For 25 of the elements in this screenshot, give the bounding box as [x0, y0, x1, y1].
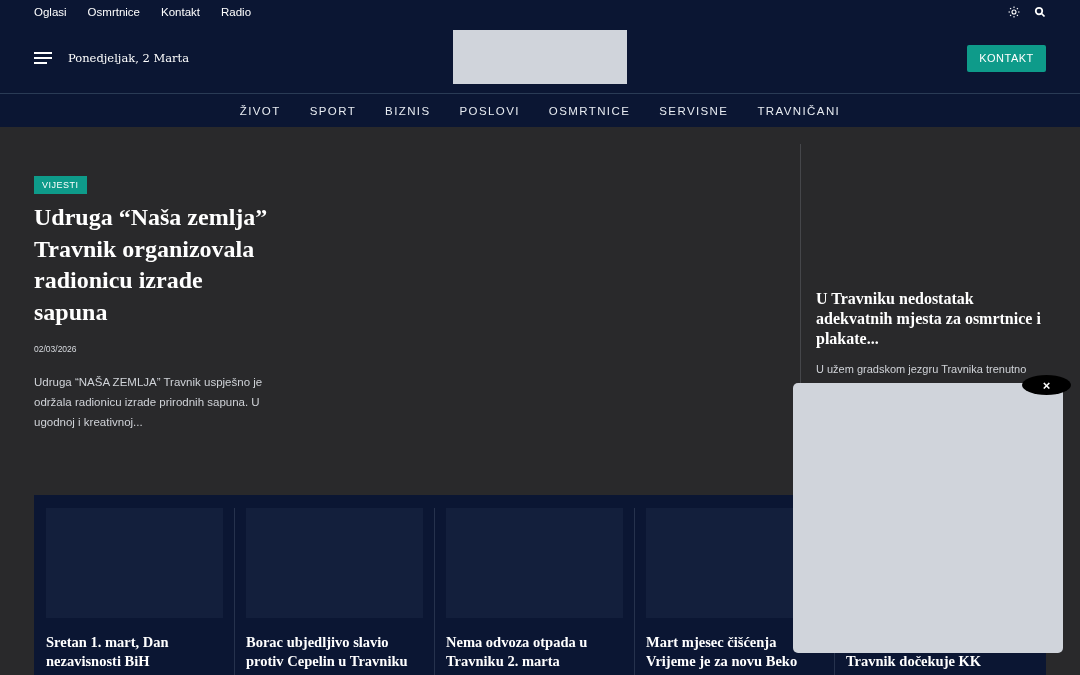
top-link[interactable]: Kontakt	[161, 5, 200, 18]
sun-icon[interactable]	[1008, 5, 1020, 18]
nav-link[interactable]: OSMRTNICE	[548, 104, 631, 117]
article-excerpt: U užem gradskom jezgru Travnika trenutno	[816, 363, 1028, 375]
nav-link[interactable]: SPORT	[309, 104, 357, 117]
article-date: 02/03/2026	[34, 344, 78, 354]
nav-link[interactable]: SERVISNE	[659, 104, 729, 117]
menu-icon[interactable]	[34, 51, 52, 65]
article-headline[interactable]: U Travniku nedostatak adekvatnih mjesta za osmrtnice i plakate...	[816, 289, 1046, 349]
card-headline[interactable]: Sretan 1. mart, Dan nezavisnosti BiH	[46, 633, 223, 671]
card-headline[interactable]: Borac ubjedljivo slavio protiv Cepelin u Travniku	[246, 633, 423, 671]
date-text: Ponedjeljak, 2 Marta	[68, 51, 190, 65]
top-link[interactable]: Oglasi	[34, 5, 67, 18]
nav-link[interactable]: BIZNIS	[385, 104, 431, 117]
card-headline[interactable]: Travnik dočekuje KK	[846, 652, 1023, 671]
top-link[interactable]: Radio	[221, 5, 252, 18]
article-headline[interactable]: Udruga “Naša zemlja” Travnik organizovala radionicu izrade sapuna	[34, 202, 274, 328]
top-link[interactable]: Osmrtnice	[87, 5, 140, 18]
search-icon[interactable]	[1034, 5, 1046, 18]
close-button[interactable]: ×	[1022, 375, 1071, 395]
article-excerpt: Udruga “NAŠA ZEMLJA” Travnik uspješno je održala radionicu izrade prirodnih sapuna. U ugodnoj i kreativnoj...	[34, 375, 264, 430]
nav-link[interactable]: ŽIVOT	[239, 104, 281, 117]
nav-link[interactable]: POSLOVI	[459, 104, 520, 117]
nav-link[interactable]: TRAVNIČANI	[757, 104, 841, 117]
card-headline[interactable]: Nema odvoza otpada u Travniku 2. marta	[446, 633, 623, 671]
